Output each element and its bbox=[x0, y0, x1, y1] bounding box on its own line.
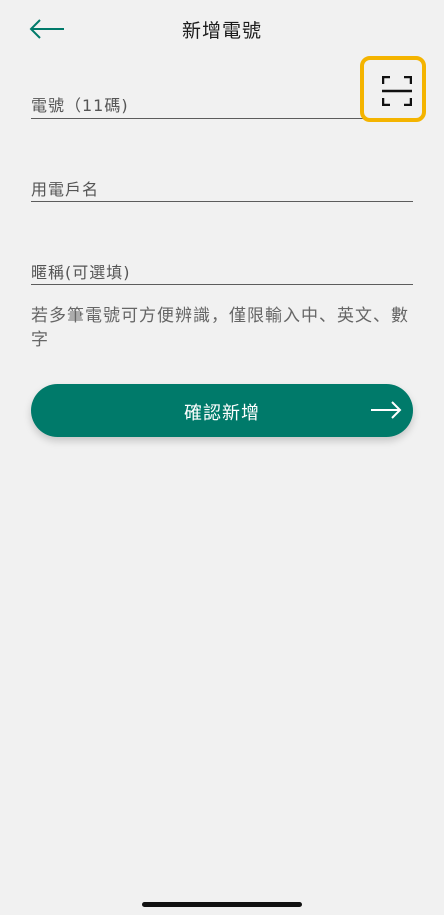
arrow-right-icon bbox=[371, 401, 402, 419]
nickname-hint: 若多筆電號可方便辨識，僅限輸入中、英文、數字 bbox=[31, 306, 409, 350]
home-indicator bbox=[142, 902, 302, 907]
account-name-input[interactable] bbox=[31, 160, 417, 203]
phone-number-field[interactable]: 電號（11碼) bbox=[31, 76, 417, 120]
scan-icon bbox=[382, 76, 412, 106]
page-title: 新增電號 bbox=[181, 20, 262, 42]
nickname-field[interactable]: 暱稱(可選填) bbox=[31, 244, 417, 286]
nickname-input[interactable] bbox=[31, 244, 417, 286]
confirm-add-label: 確認新增 bbox=[184, 403, 260, 424]
confirm-add-button[interactable]: 確認新增 bbox=[31, 384, 413, 437]
scan-button[interactable] bbox=[360, 56, 426, 122]
app-header: 新增電號 bbox=[0, 0, 444, 60]
account-name-field[interactable]: 用電戶名 bbox=[31, 160, 417, 203]
